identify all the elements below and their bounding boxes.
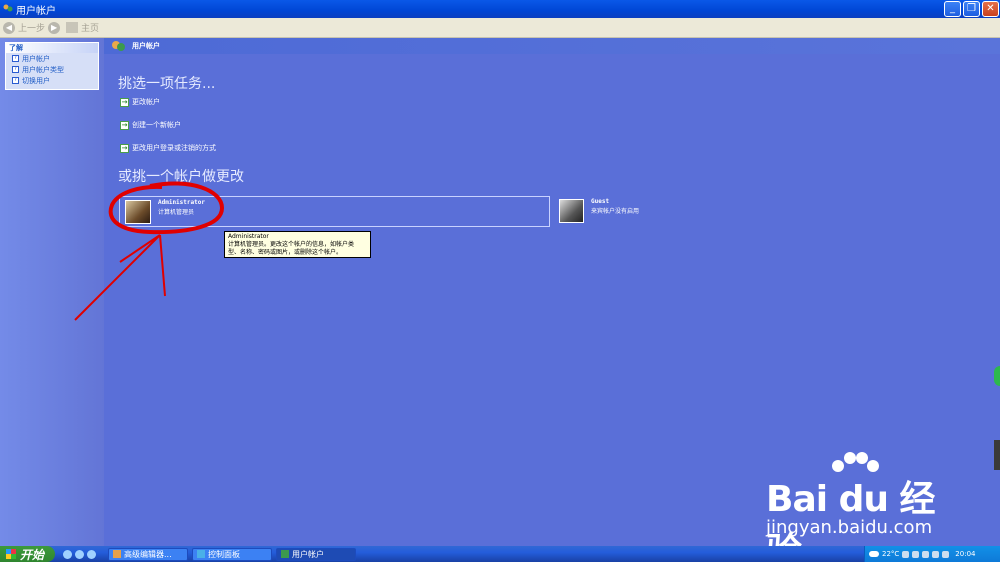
taskbar-item-label: 高级编辑器... [124, 549, 172, 559]
maximize-button[interactable]: ❐ [963, 1, 980, 17]
account-tile-guest[interactable]: Guest 来宾帐户没有启用 [559, 196, 679, 227]
tooltip-line: Administrator [228, 233, 269, 240]
watermark-url: jingyan.baidu.com [766, 517, 933, 538]
briefcase-avatar [559, 199, 584, 223]
account-type: 来宾帐户没有启用 [591, 208, 640, 215]
quick-launch [63, 549, 96, 559]
forward-arrow-icon: ▶ [48, 21, 61, 34]
tooltip-line: 型、名称、密码或图片，或删除这个帐户。 [228, 249, 343, 256]
account-tile-administrator[interactable]: Administrator 计算机管理员 [119, 196, 550, 227]
taskbar: 开始 高级编辑器... 控制面板 用户帐户 22°C 20:04 [0, 546, 1000, 562]
left-pane: 了解 ? 用户帐户 ? 用户帐户类型 ? 切换用户 [0, 38, 104, 546]
forward-button[interactable]: ▶ [48, 21, 63, 34]
media-icon[interactable] [75, 549, 84, 559]
start-label: 开始 [20, 547, 45, 562]
edge-widget [994, 366, 1000, 386]
pick-account-title: 或挑一个帐户做更改 [118, 169, 244, 185]
help-icon: ? [12, 66, 19, 73]
window-title: 用户帐户 [16, 5, 56, 17]
ie-icon[interactable] [63, 549, 72, 559]
desktop-icon[interactable] [87, 549, 96, 559]
main-header: 用户帐户 [104, 38, 1000, 54]
tooltip-line: 计算机管理员。更改这个帐户的信息，如帐户类 [228, 241, 355, 248]
task-create-account[interactable]: → 创建一个新帐户 [120, 120, 181, 130]
close-button[interactable]: ✕ [982, 1, 999, 17]
account-name: Guest [591, 198, 610, 205]
control-panel-icon [197, 550, 205, 558]
help-icon: ? [12, 77, 19, 84]
task-label: 创建一个新帐户 [132, 121, 181, 129]
user-accounts-icon [281, 550, 289, 558]
green-arrow-icon: → [120, 143, 129, 153]
learn-about-box: 了解 ? 用户帐户 ? 用户帐户类型 ? 切换用户 [5, 42, 99, 90]
main-header-title: 用户帐户 [132, 42, 160, 50]
account-name: Administrator [158, 199, 205, 206]
green-arrow-icon: → [120, 97, 129, 107]
tray-icon[interactable] [922, 550, 930, 558]
minimize-button[interactable]: _ [944, 1, 961, 17]
volume-icon[interactable] [942, 550, 950, 558]
learn-about-header: 了解 [6, 43, 98, 53]
taskbar-item-label: 控制面板 [208, 549, 240, 559]
taskbar-item-editor[interactable]: 高级编辑器... [108, 547, 188, 561]
home-label: 主页 [81, 24, 100, 34]
pick-task-title: 挑选一项任务... [118, 76, 216, 92]
task-change-account[interactable]: → 更改帐户 [120, 97, 160, 107]
taskbar-item-user-accounts[interactable]: 用户帐户 [276, 547, 356, 561]
tray-icon[interactable] [932, 550, 940, 558]
sidebar-item-user-accounts[interactable]: ? 用户帐户 [6, 53, 98, 64]
back-arrow-icon: ◀ [3, 21, 15, 34]
taskbar-item-label: 用户帐户 [292, 549, 324, 559]
clock[interactable]: 20:04 [955, 550, 975, 558]
account-type: 计算机管理员 [158, 209, 195, 216]
toolbar: ◀ 上一步 ▶ 主页 [0, 18, 1000, 38]
tray-icon[interactable] [912, 550, 920, 558]
weather-icon[interactable] [869, 551, 879, 557]
guitar-avatar [125, 200, 151, 224]
baidu-watermark: Bai du 经验 jingyan.baidu.com [766, 452, 956, 562]
editor-icon [113, 550, 121, 558]
sidebar-item-account-types[interactable]: ? 用户帐户类型 [6, 64, 98, 75]
account-tooltip: Administrator 计算机管理员。更改这个帐户的信息，如帐户类 型、名称… [224, 231, 371, 258]
temperature: 22°C [882, 550, 900, 558]
start-button[interactable]: 开始 [0, 546, 55, 562]
task-label: 更改用户登录或注销的方式 [132, 144, 216, 152]
windows-flag-icon [6, 549, 16, 559]
back-button[interactable]: ◀ 上一步 [3, 21, 45, 34]
user-accounts-icon [3, 4, 13, 12]
sidebar-item-switch-user[interactable]: ? 切换用户 [6, 75, 98, 86]
sidebar-item-label: 切换用户 [22, 76, 50, 85]
task-change-logon[interactable]: → 更改用户登录或注销的方式 [120, 143, 216, 153]
window-titlebar[interactable]: 用户帐户 _ ❐ ✕ [0, 0, 1000, 18]
system-tray: 22°C 20:04 [864, 546, 1000, 562]
tray-icon[interactable] [902, 550, 910, 558]
sidebar-item-label: 用户帐户 [22, 54, 50, 63]
sidebar-item-label: 用户帐户类型 [22, 65, 64, 74]
help-icon: ? [12, 55, 19, 62]
edge-widget [994, 440, 1000, 470]
home-button[interactable]: 主页 [66, 21, 99, 34]
back-label: 上一步 [18, 24, 46, 34]
taskbar-item-control-panel[interactable]: 控制面板 [192, 547, 272, 561]
green-arrow-icon: → [120, 120, 129, 130]
task-label: 更改帐户 [132, 98, 160, 106]
home-icon [66, 22, 79, 33]
user-accounts-icon [112, 40, 126, 52]
